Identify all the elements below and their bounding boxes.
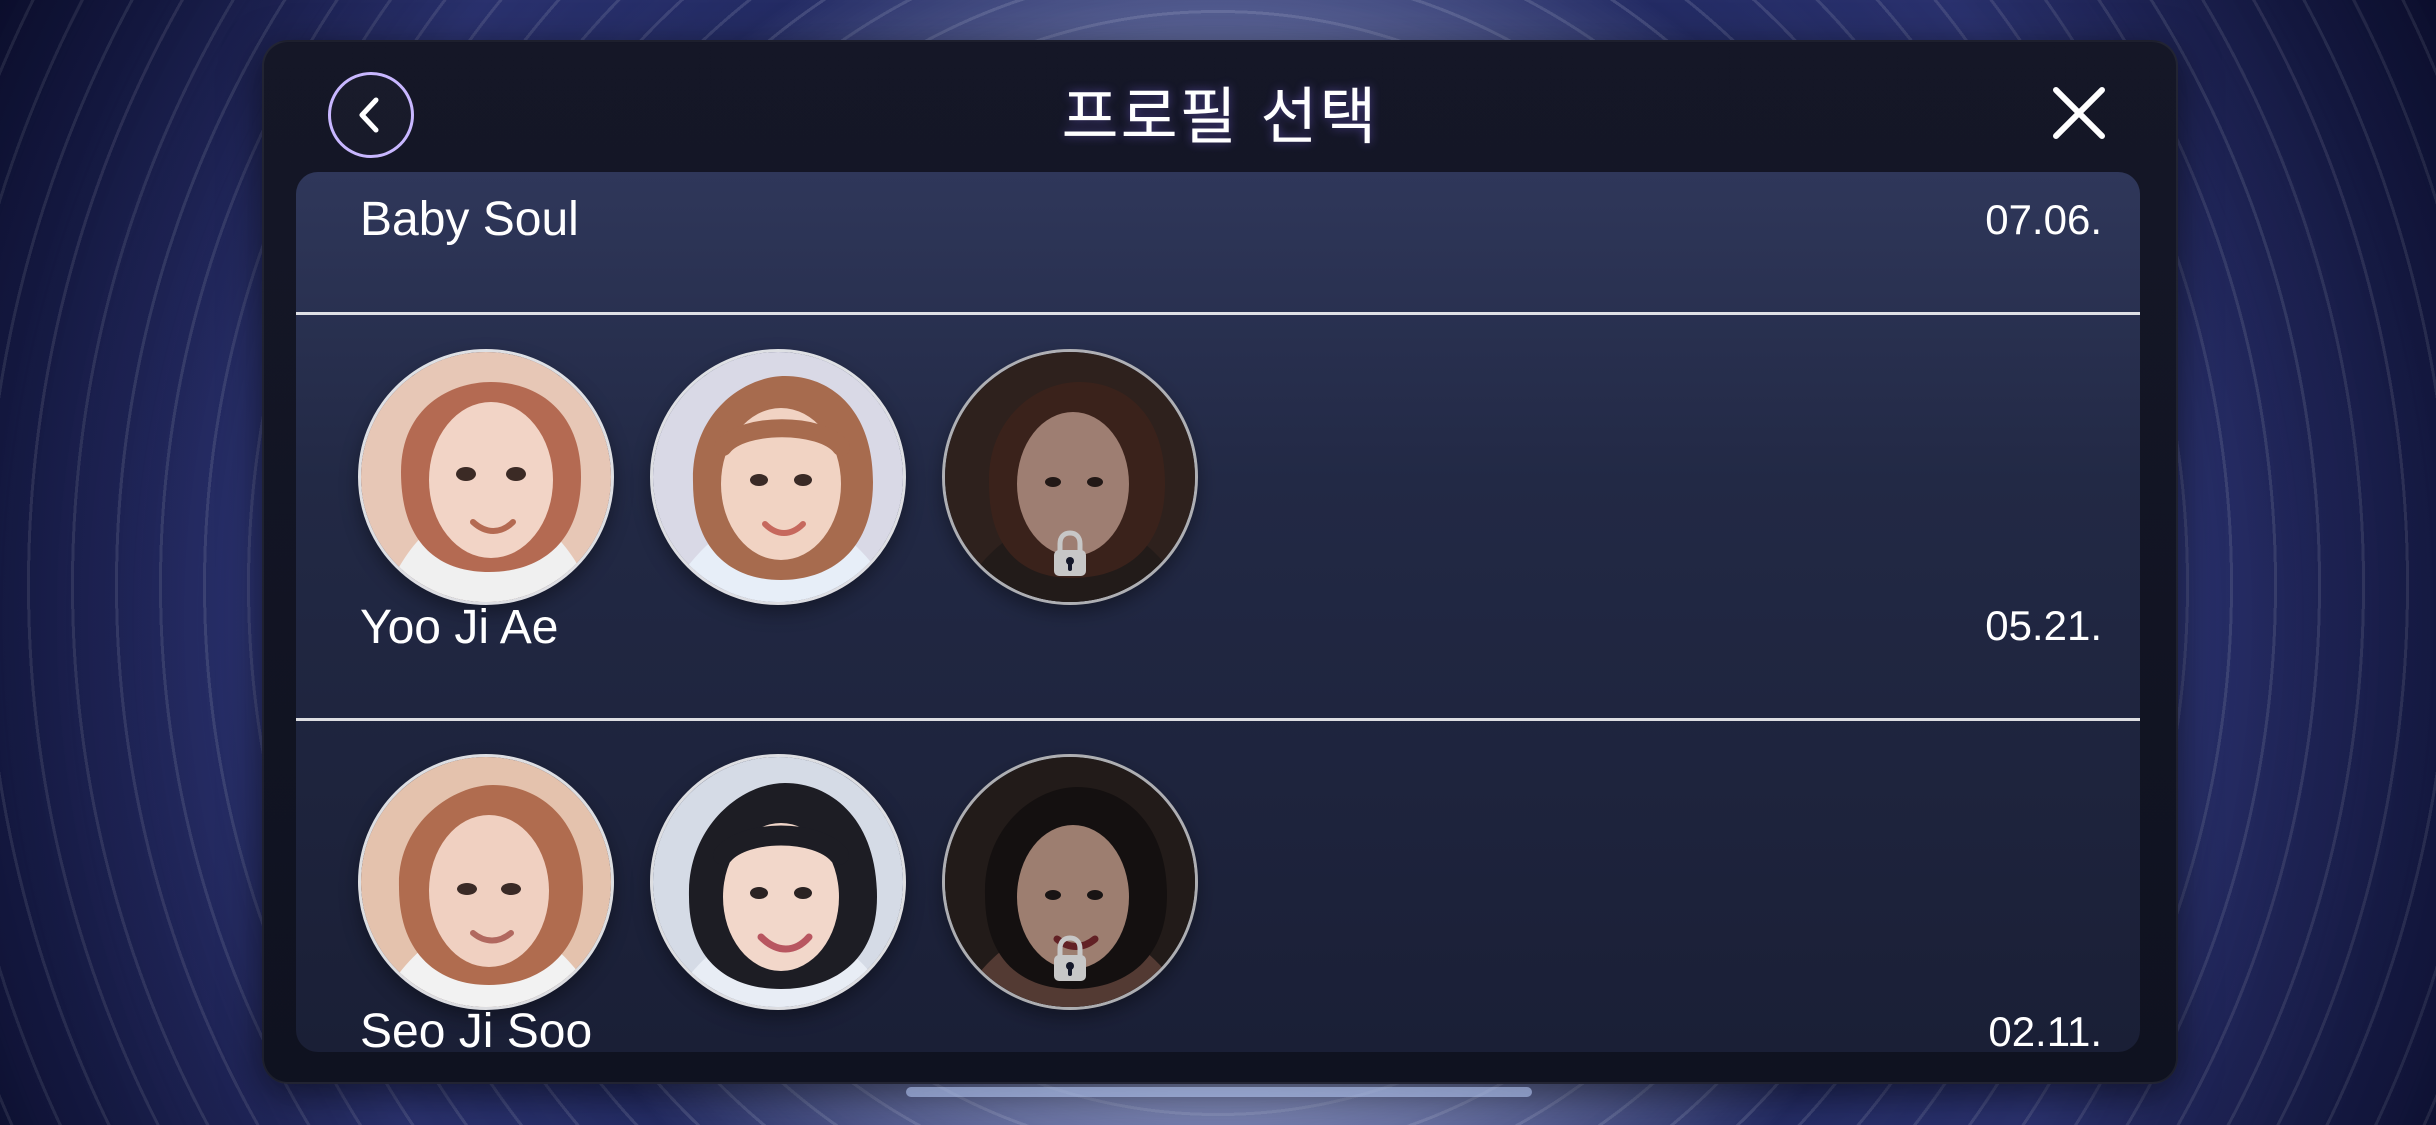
group-title: Yoo Ji Ae [360, 601, 559, 654]
profile-photo [653, 352, 903, 602]
profile-photo [361, 352, 611, 602]
group-date: 05.21. [1985, 602, 2102, 649]
profile-list-panel: Baby Soul 07.06. Yoo Ji Ae 05.21. Seo Ji… [296, 172, 2140, 1052]
profile-avatar-locked[interactable] [942, 349, 1198, 605]
close-icon [2053, 87, 2105, 139]
profile-photo [653, 757, 903, 1007]
home-indicator[interactable] [906, 1087, 1532, 1097]
close-button[interactable] [2044, 78, 2114, 148]
group-date: 02.11. [1988, 1008, 2102, 1052]
profile-avatar[interactable] [650, 349, 906, 605]
group-date: 07.06. [1985, 196, 2102, 243]
group-title: Baby Soul [360, 193, 579, 246]
lock-icon [1054, 935, 1086, 981]
modal-header: 프로필 선택 [264, 42, 2176, 170]
modal-title: 프로필 선택 [1061, 80, 1379, 153]
profile-avatar-locked[interactable] [942, 754, 1198, 1010]
profile-row [358, 754, 2138, 1016]
group-divider [296, 718, 2140, 721]
profile-avatar[interactable] [358, 349, 614, 605]
profile-select-modal: 프로필 선택 Baby Soul 07.06. Yoo Ji Ae 05.21.… [262, 40, 2178, 1084]
profile-photo [361, 757, 611, 1007]
profile-row [358, 349, 2138, 611]
profile-avatar[interactable] [358, 754, 614, 1010]
lock-icon [1054, 530, 1086, 576]
group-title: Seo Ji Soo [360, 1005, 593, 1052]
profile-avatar[interactable] [650, 754, 906, 1010]
group-divider [296, 312, 2140, 315]
